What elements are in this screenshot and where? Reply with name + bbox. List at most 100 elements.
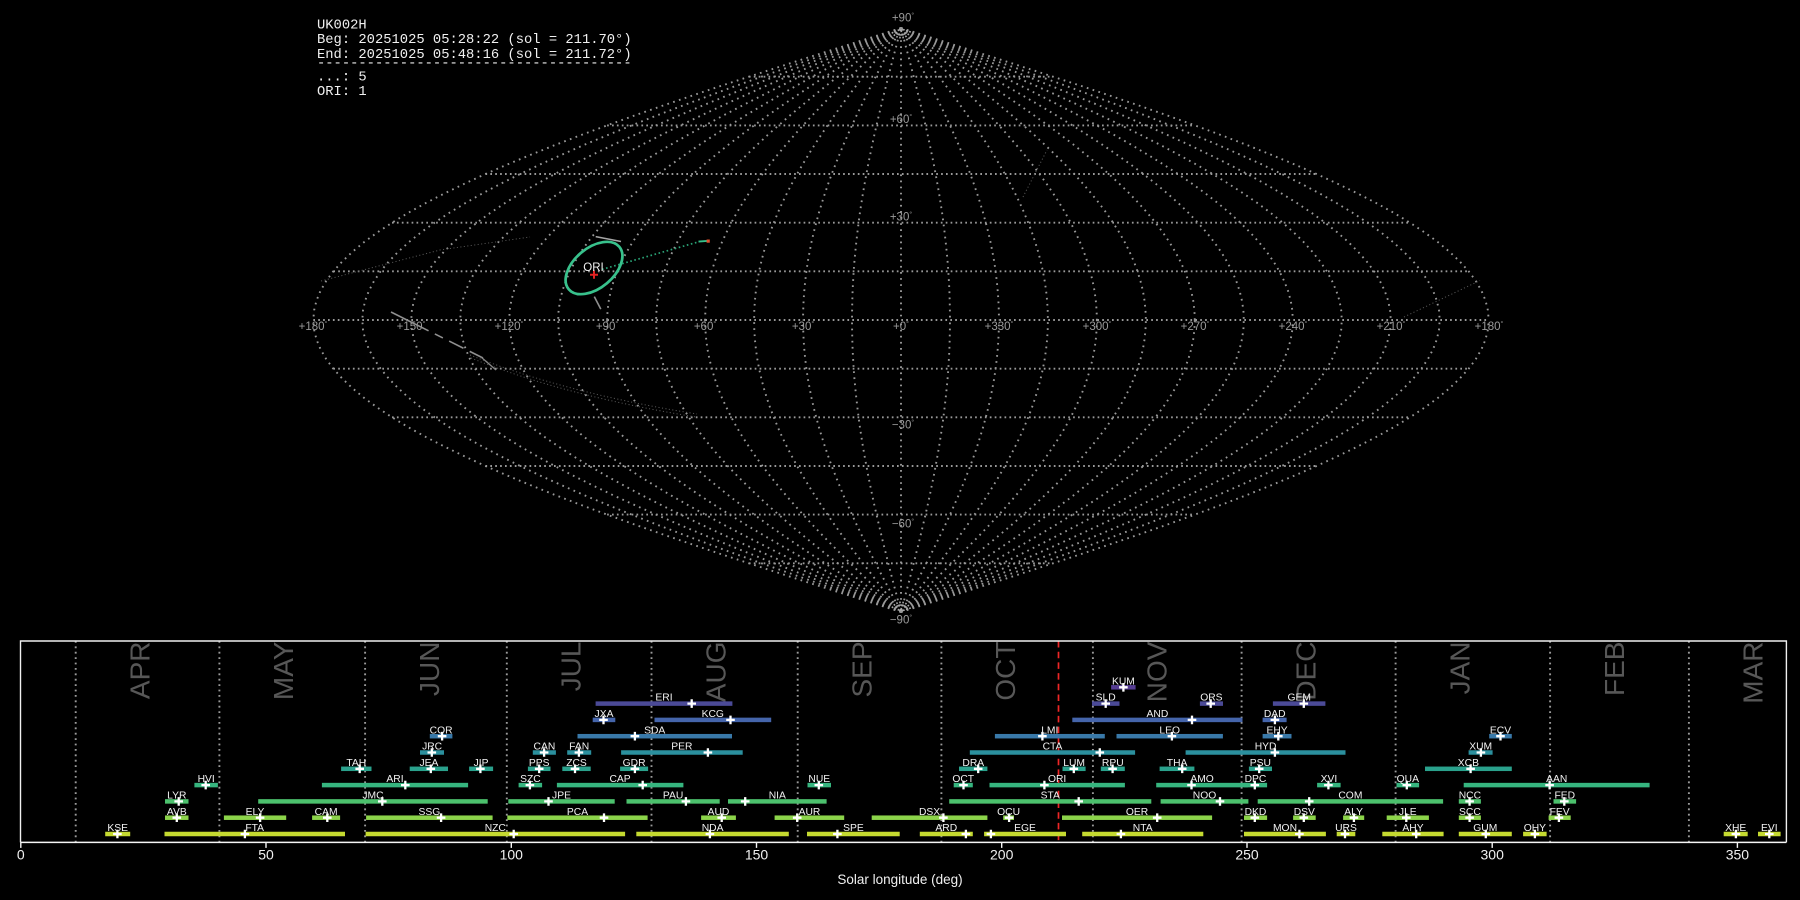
svg-text:MAR: MAR: [1738, 642, 1769, 704]
svg-text:OER: OER: [1126, 807, 1148, 818]
svg-text:XCB: XCB: [1458, 758, 1479, 769]
svg-text:DSV: DSV: [1294, 807, 1315, 818]
svg-text:PPS: PPS: [529, 758, 550, 769]
svg-text:SLD: SLD: [1096, 693, 1116, 704]
svg-text:300: 300: [1481, 847, 1505, 863]
svg-text:Beg: 20251025 05:28:22 (sol =: Beg: 20251025 05:28:22 (sol = 211.70°): [317, 32, 632, 48]
svg-text:ECV: ECV: [1490, 725, 1511, 736]
svg-text:COM: COM: [1338, 791, 1362, 802]
svg-text:STA: STA: [1041, 791, 1060, 802]
svg-text:PAU: PAU: [663, 791, 683, 802]
svg-text:+240°: +240°: [1279, 320, 1308, 333]
svg-text:LYR: LYR: [167, 791, 186, 802]
svg-text:UK002H: UK002H: [317, 19, 367, 34]
svg-text:NTA: NTA: [1133, 823, 1153, 834]
svg-text:FEB: FEB: [1599, 642, 1630, 696]
svg-text:AUR: AUR: [799, 807, 821, 818]
svg-text:AUG: AUG: [700, 642, 731, 703]
svg-text:MON: MON: [1273, 823, 1297, 834]
svg-text:OCU: OCU: [997, 807, 1020, 818]
svg-text:XHE: XHE: [1725, 823, 1746, 834]
svg-text:+90°: +90°: [892, 12, 915, 25]
svg-text:KCG: KCG: [702, 709, 724, 720]
svg-text:150: 150: [745, 847, 769, 863]
svg-text:SDA: SDA: [644, 725, 665, 736]
svg-text:JMC: JMC: [362, 791, 384, 802]
svg-text:FTA: FTA: [245, 823, 264, 834]
svg-text:+270°: +270°: [1181, 320, 1210, 333]
svg-text:OHY: OHY: [1524, 823, 1546, 834]
svg-text:EGE: EGE: [1014, 823, 1036, 834]
svg-text:CAN: CAN: [534, 742, 556, 753]
svg-text:NDA: NDA: [702, 823, 724, 834]
svg-text:+210°: +210°: [1377, 320, 1406, 333]
svg-text:200: 200: [990, 847, 1014, 863]
svg-text:+30°: +30°: [792, 320, 815, 333]
svg-text:DRA: DRA: [962, 758, 984, 769]
svg-text:ELY: ELY: [246, 807, 265, 818]
svg-text:SEP: SEP: [846, 642, 877, 698]
svg-text:SCC: SCC: [1459, 807, 1481, 818]
svg-text:NZC: NZC: [485, 823, 507, 834]
svg-text:GEM: GEM: [1287, 693, 1310, 704]
svg-text:FAN: FAN: [569, 742, 589, 753]
svg-text:DKD: DKD: [1245, 807, 1267, 818]
svg-text:350: 350: [1726, 847, 1750, 863]
svg-text:DAD: DAD: [1264, 709, 1286, 720]
svg-text:JLE: JLE: [1399, 807, 1417, 818]
svg-text:DSX: DSX: [919, 807, 940, 818]
svg-text:LMI: LMI: [1041, 725, 1058, 736]
svg-text:XUM: XUM: [1469, 742, 1492, 753]
svg-text:+30°: +30°: [890, 210, 913, 223]
svg-text:+90°: +90°: [596, 320, 619, 333]
svg-text:NOV: NOV: [1142, 641, 1173, 702]
svg-text:CAM: CAM: [315, 807, 338, 818]
svg-text:JIP: JIP: [474, 758, 489, 769]
svg-text:ORI: 1: ORI: 1: [317, 85, 367, 100]
svg-text:−60°: −60°: [892, 518, 915, 531]
svg-text:XVI: XVI: [1321, 774, 1338, 785]
svg-text:AUD: AUD: [708, 807, 730, 818]
svg-text:PSU: PSU: [1250, 758, 1271, 769]
svg-text:DPC: DPC: [1245, 774, 1267, 785]
svg-text:GDR: GDR: [623, 758, 646, 769]
svg-text:ERI: ERI: [655, 693, 672, 704]
svg-text:JXA: JXA: [595, 709, 614, 720]
svg-text:+300°: +300°: [1083, 320, 1112, 333]
svg-text:0: 0: [17, 847, 25, 863]
svg-text:MAY: MAY: [268, 641, 299, 700]
svg-text:JPE: JPE: [552, 791, 571, 802]
svg-text:NCC: NCC: [1459, 791, 1482, 802]
svg-text:100: 100: [500, 847, 524, 863]
svg-text:QUA: QUA: [1397, 774, 1419, 785]
svg-text:−30°: −30°: [892, 419, 915, 432]
svg-text:SSG: SSG: [419, 807, 441, 818]
svg-text:ORI: ORI: [583, 262, 603, 274]
svg-text:ALY: ALY: [1344, 807, 1363, 818]
svg-text:ZCS: ZCS: [566, 758, 587, 769]
svg-text:50: 50: [258, 847, 274, 863]
svg-text:OCT: OCT: [990, 642, 1021, 701]
svg-text:HVI: HVI: [198, 774, 215, 785]
svg-text:JUN: JUN: [414, 642, 445, 696]
svg-text:APR: APR: [125, 642, 156, 700]
svg-text:RPU: RPU: [1102, 758, 1124, 769]
svg-text:NIA: NIA: [769, 791, 786, 802]
svg-text:COR: COR: [430, 725, 453, 736]
svg-text:FEV: FEV: [1550, 807, 1570, 818]
svg-text:+180°: +180°: [299, 320, 328, 333]
svg-text:AND: AND: [1147, 709, 1169, 720]
svg-text:...: 5: ...: 5: [317, 71, 367, 86]
svg-text:GUM: GUM: [1473, 823, 1497, 834]
svg-text:AVB: AVB: [167, 807, 187, 818]
svg-text:LEO: LEO: [1159, 725, 1180, 736]
svg-text:NOO: NOO: [1193, 791, 1216, 802]
svg-text:TAH: TAH: [346, 758, 366, 769]
svg-text:AMO: AMO: [1190, 774, 1213, 785]
svg-text:+60°: +60°: [694, 320, 717, 333]
svg-text:EVI: EVI: [1761, 823, 1778, 834]
svg-text:HYD: HYD: [1255, 742, 1277, 753]
svg-text:OCT: OCT: [952, 774, 974, 785]
svg-text:ORS: ORS: [1200, 693, 1222, 704]
svg-text:NUE: NUE: [808, 774, 830, 785]
